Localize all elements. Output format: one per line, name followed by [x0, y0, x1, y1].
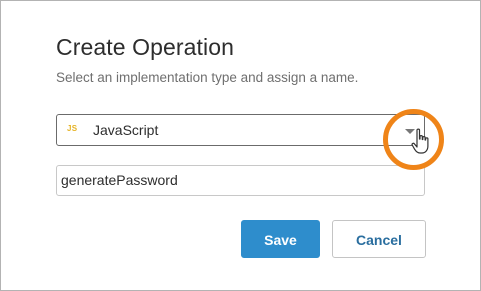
dialog-subtitle: Select an implementation type and assign…	[56, 70, 359, 85]
operation-name-input[interactable]: generatePassword	[56, 165, 425, 196]
dialog-title: Create Operation	[56, 34, 235, 60]
hand-pointer-icon	[411, 128, 429, 154]
save-button[interactable]: Save	[241, 220, 320, 258]
implementation-type-select[interactable]: JS JavaScript	[56, 114, 425, 146]
implementation-type-value: JavaScript	[93, 122, 159, 138]
cancel-button[interactable]: Cancel	[332, 220, 426, 258]
operation-name-value: generatePassword	[61, 172, 178, 188]
javascript-icon: JS	[67, 124, 78, 133]
